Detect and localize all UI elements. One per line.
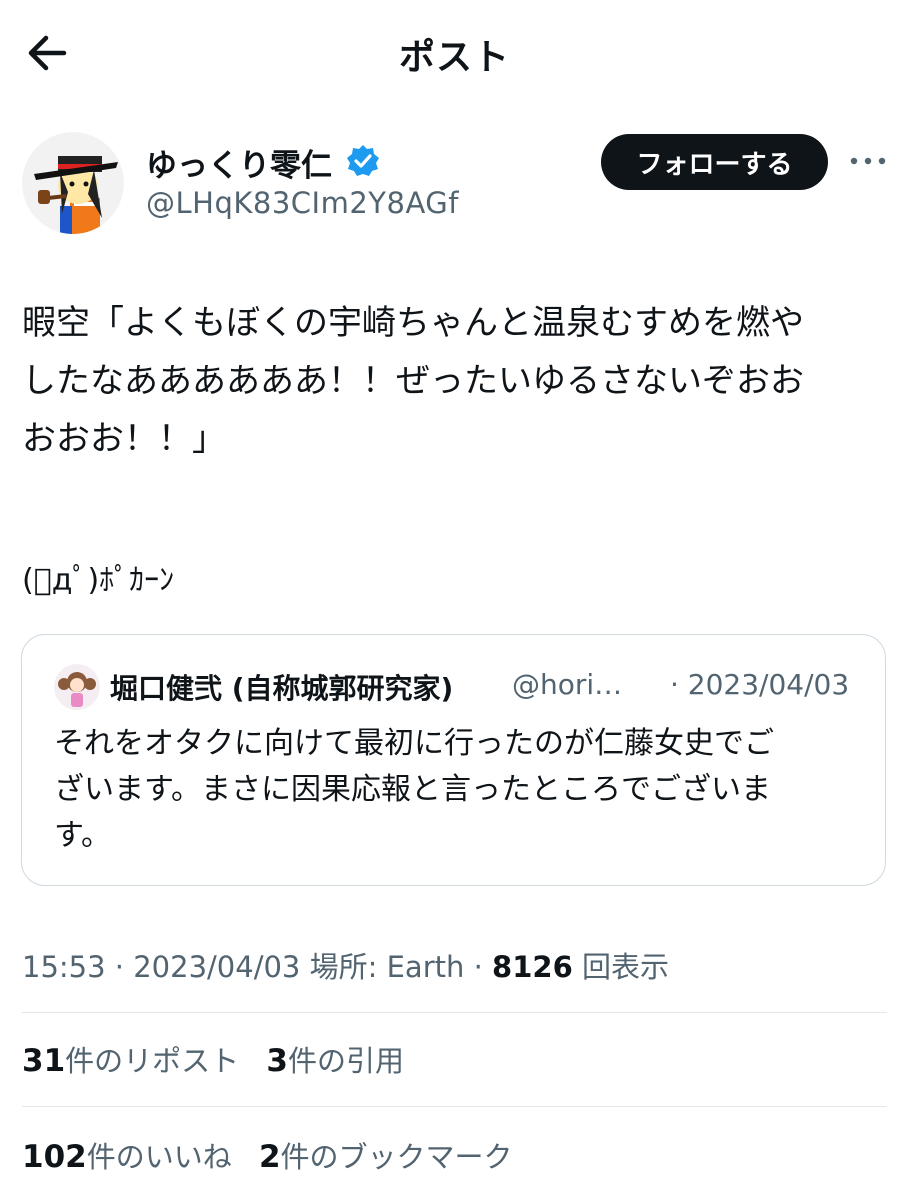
author-handle[interactable]: @LHqK83CIm2Y8AGf	[146, 186, 459, 220]
tweet-line: おおお！！」	[22, 419, 226, 459]
follow-button[interactable]: フォローする	[601, 134, 828, 190]
tweet-kaomoji: (ﾟдﾟ)ﾎﾟｶｰﾝ	[22, 563, 175, 598]
reposts-stat[interactable]: 31件のリポスト	[22, 1038, 239, 1080]
quotes-count: 3	[266, 1043, 288, 1079]
top-bar: ポスト	[0, 0, 909, 105]
more-horizontal-icon	[850, 157, 886, 165]
stats-row-reposts: 31件のリポスト 3件の引用	[22, 1038, 422, 1080]
divider	[22, 1012, 887, 1013]
bookmarks-count: 2	[258, 1139, 281, 1175]
bookmarks-label: 件のブックマーク	[280, 1140, 513, 1174]
tweet-line: 暇空「よくもぼくの宇崎ちゃんと温泉むすめを燃や	[22, 303, 804, 343]
tweet-line: したなああああああ！！ぜったいゆるさないぞおお	[22, 361, 804, 401]
likes-label: 件のいいね	[86, 1140, 232, 1174]
post-meta: 15:53 · 2023/04/03 場所: Earth · 8126 回表示	[22, 950, 669, 984]
quote-avatar[interactable]	[54, 664, 100, 710]
quote-line: それをオタクに向けて最初に行ったのが仁藤女史でご	[54, 726, 774, 761]
bookmarks-stat[interactable]: 2件のブックマーク	[259, 1134, 513, 1176]
divider	[22, 1106, 887, 1107]
post-time[interactable]: 15:53	[22, 950, 106, 984]
quote-date: · 2023/04/03	[670, 668, 850, 701]
quote-author-handle[interactable]: @hori…	[512, 668, 622, 701]
quotes-label: 件の引用	[287, 1044, 404, 1078]
quote-author-name[interactable]: 堀口健弐 (自称城郭研究家)	[110, 667, 453, 707]
likes-count: 102	[22, 1139, 87, 1175]
avatar[interactable]	[22, 132, 124, 234]
more-options-button[interactable]	[848, 148, 888, 174]
views-count: 8126	[492, 950, 573, 984]
tweet-text: 暇空「よくもぼくの宇崎ちゃんと温泉むすめを燃や したなああああああ！！ぜったいゆ…	[22, 294, 890, 610]
views-label: 回表示	[581, 950, 669, 984]
author-name[interactable]: ゆっくり零仁	[146, 140, 332, 185]
post-location: 場所: Earth	[309, 950, 465, 984]
likes-stat[interactable]: 102件のいいね	[22, 1134, 232, 1176]
quote-line: す。	[54, 818, 111, 853]
verified-badge-icon	[346, 144, 380, 178]
post-date[interactable]: 2023/04/03	[133, 950, 300, 984]
reposts-label: 件のリポスト	[65, 1044, 240, 1078]
quotes-stat[interactable]: 3件の引用	[266, 1038, 404, 1080]
page-title: ポスト	[398, 37, 510, 78]
reposts-count: 31	[22, 1043, 66, 1079]
quote-line: ざいます。まさに因果応報と言ったところでございま	[54, 772, 771, 807]
quoted-post-card[interactable]: 堀口健弐 (自称城郭研究家) @hori… · 2023/04/03 それをオタ…	[21, 634, 886, 886]
stats-row-likes: 102件のいいね 2件のブックマーク	[22, 1134, 531, 1176]
quote-text: それをオタクに向けて最初に行ったのが仁藤女史でご ざいます。まさに因果応報と言っ…	[54, 721, 874, 859]
